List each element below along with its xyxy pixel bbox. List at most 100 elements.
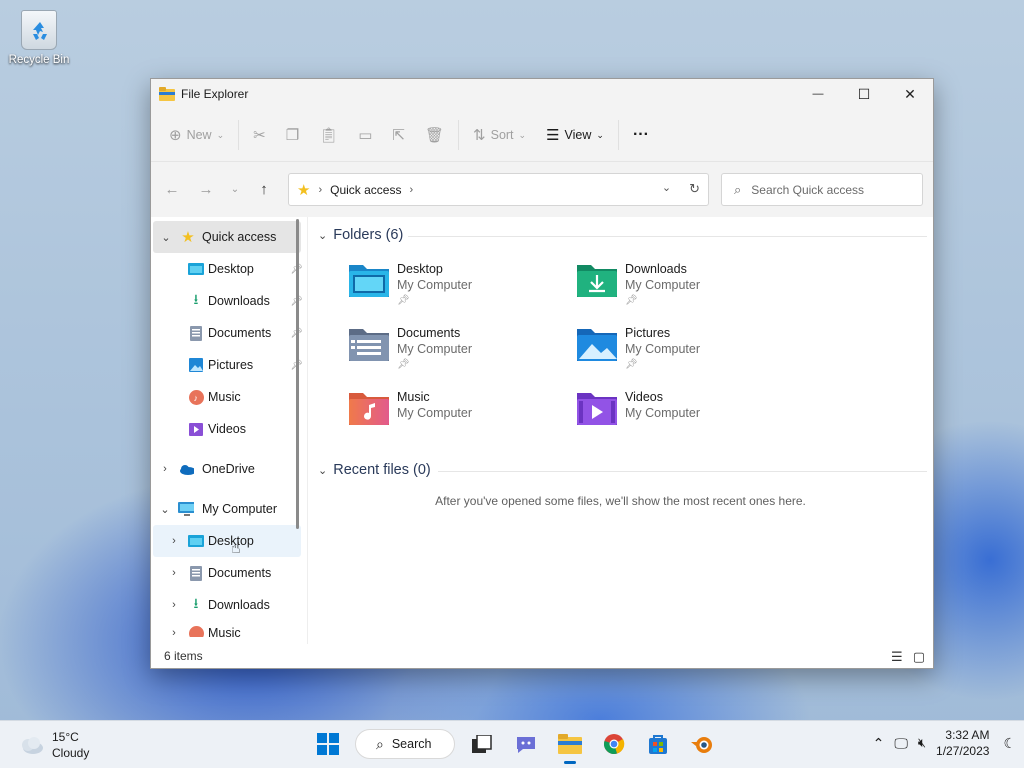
collapse-chevron-icon[interactable]: ⌄ (159, 231, 173, 244)
blender-taskbar-button[interactable] (685, 727, 719, 761)
breadcrumb-chevron-icon[interactable]: › (409, 184, 413, 196)
recent-files-section-header[interactable]: ⌄ Recent files (0) (318, 462, 431, 478)
volume-muted-icon[interactable]: 🔇︎ (918, 735, 926, 751)
nav-item-desktop[interactable]: › Desktop ☝ (153, 525, 301, 557)
nav-scrollbar[interactable] (296, 219, 299, 529)
folder-tile-downloads[interactable]: Downloads My Computer 📌︎ (575, 261, 775, 317)
pin-icon: 📌︎ (397, 295, 410, 306)
nav-label: Quick access (202, 230, 277, 244)
chevron-down-icon: ⌄ (216, 129, 225, 140)
expand-chevron-icon[interactable]: › (167, 567, 181, 579)
plus-circle-icon: ⊕ (169, 127, 182, 144)
address-dropdown-icon[interactable]: ⌄ (662, 181, 671, 197)
nav-item-my-computer[interactable]: ⌄ My Computer (151, 493, 307, 525)
expand-chevron-icon[interactable]: › (167, 535, 181, 547)
forward-button[interactable]: → (189, 181, 223, 198)
new-label: New (186, 128, 212, 142)
refresh-icon[interactable]: ↻ (689, 181, 700, 197)
toolbar-divider (238, 120, 240, 150)
collapse-chevron-icon: ⌄ (318, 229, 328, 242)
nav-item-music-partial[interactable]: › Music (151, 621, 307, 637)
view-button[interactable]: ☰ View ⌄ (536, 120, 614, 150)
pin-icon: 📌︎ (397, 359, 410, 370)
sort-button[interactable]: ⇅ Sort ⌄ (463, 120, 536, 150)
nav-item-documents-pinned[interactable]: Documents 📌︎ (151, 317, 307, 349)
recycle-bin-label: Recycle Bin (8, 54, 70, 66)
folder-tile-music[interactable]: Music My Computer (347, 389, 547, 445)
task-view-button[interactable] (465, 727, 499, 761)
minimize-button[interactable]: — (795, 79, 841, 109)
title-bar[interactable]: File Explorer — ☐ ✕ (151, 79, 933, 109)
close-button[interactable]: ✕ (887, 79, 933, 109)
expand-chevron-icon[interactable]: › (167, 599, 181, 611)
folder-name: Pictures (625, 326, 671, 340)
nav-label: OneDrive (202, 462, 255, 476)
mouse-cursor-icon: ☝ (231, 540, 241, 557)
folders-section-header[interactable]: ⌄ Folders (6) (318, 227, 403, 243)
up-button[interactable]: ↑ (247, 181, 281, 198)
nav-item-downloads[interactable]: › ⭳ Downloads (151, 589, 307, 621)
item-count: 6 items (164, 649, 203, 663)
weather-description: Cloudy (52, 746, 90, 760)
blender-icon (691, 737, 712, 753)
expand-chevron-icon[interactable]: › (167, 627, 181, 637)
network-icon[interactable]: 🖵︎ (894, 735, 908, 752)
svg-text:♪: ♪ (193, 393, 198, 403)
chat-button[interactable] (509, 727, 543, 761)
recycle-bin[interactable]: Recycle Bin (6, 10, 72, 66)
nav-item-videos[interactable]: Videos (151, 413, 307, 445)
delete-button[interactable]: 🗑︎ (415, 120, 454, 150)
back-button[interactable]: ← (155, 181, 189, 198)
folder-tile-pictures[interactable]: Pictures My Computer 📌︎ (575, 325, 775, 381)
breadcrumb-quick-access[interactable]: Quick access (330, 183, 401, 197)
clock[interactable]: 3:32 AM 1/27/2023 (936, 727, 989, 759)
paste-button[interactable]: 📋︎ (309, 120, 348, 150)
file-explorer-taskbar-button[interactable] (553, 727, 587, 764)
nav-item-quick-access[interactable]: ⌄ ★ Quick access (153, 221, 301, 253)
more-options-button[interactable]: ··· (623, 120, 659, 150)
nav-item-music[interactable]: ♪ Music (151, 381, 307, 413)
folder-name: Downloads (625, 262, 687, 276)
new-button[interactable]: ⊕ New ⌄ (159, 120, 234, 150)
search-placeholder: Search Quick access (751, 182, 864, 197)
search-field[interactable]: ⌕ Search Quick access (721, 173, 923, 206)
nav-item-pictures-pinned[interactable]: Pictures 📌︎ (151, 349, 307, 381)
close-icon: ✕ (904, 85, 916, 102)
file-explorer-icon (558, 734, 582, 754)
folder-location: My Computer (397, 342, 473, 356)
store-taskbar-button[interactable] (641, 727, 675, 761)
folder-tile-videos[interactable]: Videos My Computer (575, 389, 775, 445)
folder-tile-documents[interactable]: Documents My Computer 📌︎ (347, 325, 547, 381)
show-hidden-icons-chevron-icon[interactable]: ⌃ (873, 735, 885, 752)
copy-button[interactable]: ❐ (276, 120, 309, 150)
recent-locations-button[interactable]: ⌄ (223, 184, 247, 195)
address-field[interactable]: ★ › Quick access › ⌄ ↻ (288, 173, 709, 206)
rename-button[interactable]: ▭ (348, 120, 382, 150)
downloads-folder-icon (577, 265, 617, 297)
more-icon: ··· (632, 126, 649, 143)
expand-chevron-icon[interactable]: › (158, 463, 172, 475)
pictures-icon (188, 357, 204, 373)
address-bar-row: ← → ⌄ ↑ ★ › Quick access › ⌄ ↻ ⌕ Search … (151, 162, 933, 217)
recycle-bin-icon (21, 10, 57, 50)
maximize-button[interactable]: ☐ (841, 79, 887, 109)
forward-arrow-icon: → (198, 181, 214, 198)
share-button[interactable]: ⇱ (382, 120, 415, 150)
nav-item-onedrive[interactable]: › OneDrive (151, 453, 307, 485)
nav-label: Desktop (208, 262, 254, 276)
chrome-taskbar-button[interactable] (597, 727, 631, 761)
nav-label: Documents (208, 566, 272, 580)
nav-item-downloads-pinned[interactable]: ⭳ Downloads 📌︎ (151, 285, 307, 317)
folder-tile-desktop[interactable]: Desktop My Computer 📌︎ (347, 261, 547, 317)
focus-assist-moon-icon[interactable]: ☾ (1003, 735, 1016, 752)
start-button[interactable] (311, 727, 345, 761)
large-icons-view-icon[interactable]: ▢ (913, 649, 925, 665)
collapse-chevron-icon[interactable]: ⌄ (158, 503, 172, 516)
taskbar-search-button[interactable]: ⌕ Search (355, 729, 455, 759)
details-view-icon[interactable]: ☰ (891, 649, 903, 665)
nav-item-documents[interactable]: › Documents (151, 557, 307, 589)
nav-item-desktop-pinned[interactable]: Desktop 📌︎ (151, 253, 307, 285)
folder-name: Music (397, 390, 430, 404)
weather-widget[interactable]: 15°C Cloudy (18, 729, 89, 761)
cut-button[interactable]: ✂ (243, 120, 276, 150)
